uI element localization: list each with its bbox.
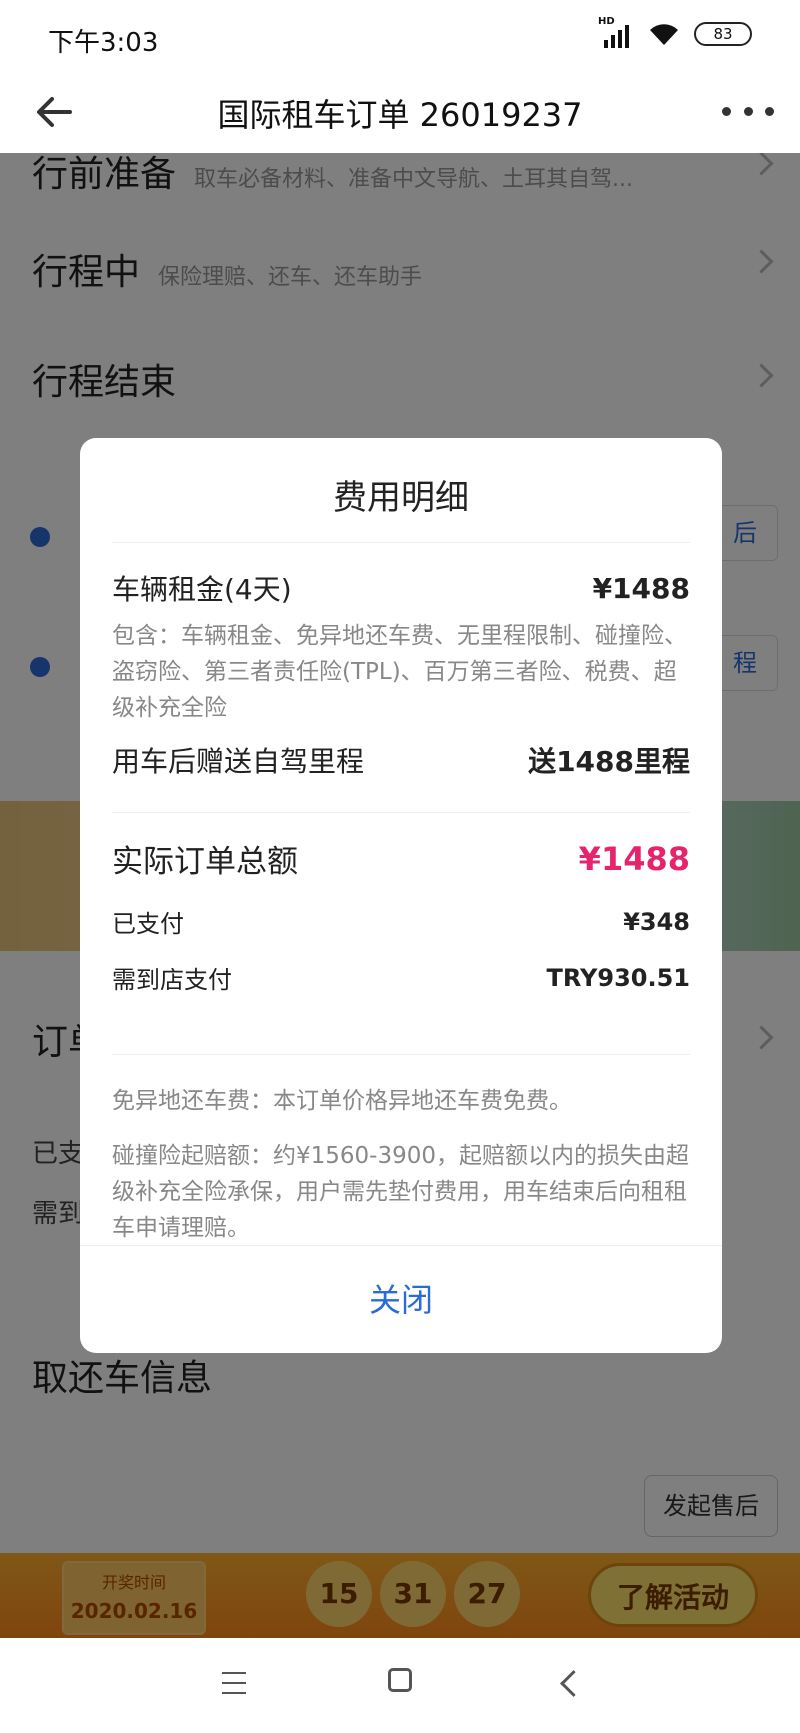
total-row: 实际订单总额 ¥1488 — [112, 836, 690, 881]
fee-detail-dialog: 费用明细 车辆租金(4天) ¥1488 包含：车辆租金、免异地还车费、无里程限制… — [80, 438, 722, 1353]
signal-icon: HD — [598, 16, 634, 48]
wifi-icon — [650, 24, 678, 45]
due-value: TRY930.51 — [546, 963, 690, 992]
battery-icon: 83 — [694, 22, 752, 46]
mileage-row: 用车后赠送自驾里程 送1488里程 — [112, 740, 690, 780]
status-bar: 下午3:03 HD 83 — [0, 0, 800, 70]
return-fee-note: 免异地还车费：本订单价格异地还车费免费。 — [112, 1088, 572, 1114]
due-label: 需到店支付 — [112, 966, 232, 994]
includes-text: 包含：车辆租金、免异地还车费、无里程限制、碰撞险、盗窃险、第三者责任险(TPL)… — [112, 623, 687, 721]
mileage-value: 送1488里程 — [528, 745, 690, 778]
system-nav-bar — [0, 1638, 800, 1733]
page-title: 国际租车订单 26019237 — [217, 96, 583, 134]
paid-row: 已支付 ¥348 — [112, 904, 690, 939]
dialog-title: 费用明细 — [333, 478, 469, 518]
due-row: 需到店支付 TRY930.51 — [112, 960, 690, 995]
back-icon[interactable] — [560, 1670, 587, 1697]
menu-icon[interactable] — [222, 1672, 246, 1694]
more-options-icon[interactable] — [722, 96, 774, 126]
rental-fee-label: 车辆租金(4天) — [112, 573, 292, 606]
rental-fee-row: 车辆租金(4天) ¥1488 — [112, 568, 690, 608]
rental-fee-value: ¥1488 — [592, 571, 690, 605]
divider — [112, 1054, 690, 1055]
collision-deductible-note: 碰撞险起赔额：约¥1560-3900，起赔额以内的损失由超级补充全险承保，用户需… — [112, 1143, 689, 1241]
total-value: ¥1488 — [578, 839, 690, 878]
total-label: 实际订单总额 — [112, 844, 298, 880]
divider — [112, 812, 690, 813]
status-icons: HD 83 — [598, 16, 752, 48]
app-header: 国际租车订单 26019237 — [0, 70, 800, 153]
close-button[interactable]: 关闭 — [80, 1245, 722, 1353]
divider — [112, 542, 690, 543]
home-icon[interactable] — [388, 1668, 412, 1692]
paid-value: ¥348 — [623, 907, 690, 936]
status-time: 下午3:03 — [48, 28, 159, 58]
mileage-label: 用车后赠送自驾里程 — [112, 745, 365, 778]
battery-level: 83 — [713, 25, 733, 43]
paid-label: 已支付 — [112, 910, 184, 938]
